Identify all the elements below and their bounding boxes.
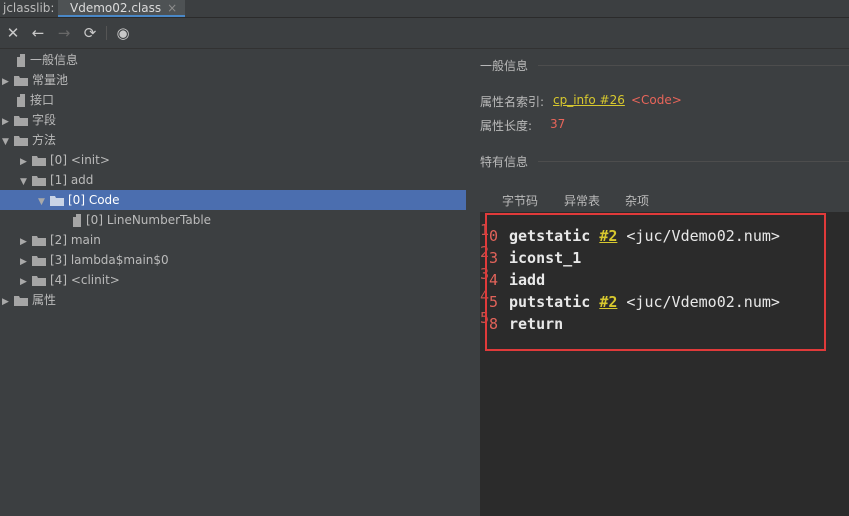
folder-icon: [14, 76, 28, 86]
tree-label-code: [0] Code: [68, 193, 120, 207]
class-structure-tree: 一般信息 ▶ 常量池 接口 ▶ 字段 ▼ 方法 ▶ [0] <init> ▼ [1] ad…: [0, 49, 466, 516]
expand-arrow-icon[interactable]: ▶: [20, 232, 32, 252]
tab-bytecode[interactable]: 字节码: [502, 192, 539, 214]
folder-icon: [32, 256, 46, 266]
folder-icon: [32, 236, 46, 246]
length-label: 属性长度:: [480, 119, 533, 133]
tree-node-method-main[interactable]: ▶ [2] main: [20, 230, 101, 250]
expand-arrow-icon[interactable]: ▶: [2, 292, 14, 312]
tree-node-line-number-table[interactable]: [0] LineNumberTable: [60, 210, 211, 230]
tree-label-fields: 字段: [32, 113, 57, 127]
collapse-arrow-icon[interactable]: ▼: [38, 192, 50, 212]
editor-tab-bar: jclasslib: Vdemo02.class ×: [0, 0, 849, 18]
tab-misc[interactable]: 杂项: [625, 192, 649, 209]
toolbar-separator: [106, 26, 107, 40]
tree-label-method-main: [2] main: [50, 233, 101, 247]
toolbar: ✕ ← → ⟳ ◉: [0, 18, 849, 49]
tree-label-general: 一般信息: [30, 53, 79, 67]
tree-label-methods: 方法: [32, 133, 57, 147]
tree-node-methods[interactable]: ▼ 方法: [2, 130, 56, 150]
tree-label-interfaces: 接口: [30, 93, 55, 107]
panel-splitter[interactable]: [466, 49, 480, 516]
length-value: 37: [550, 117, 566, 131]
file-icon: [17, 54, 25, 67]
tree-label-method-clinit: [4] <clinit>: [50, 273, 120, 287]
tab-vdemo02-class[interactable]: Vdemo02.class ×: [58, 0, 186, 17]
folder-icon: [14, 136, 28, 146]
tree-node-attributes[interactable]: ▶ 属性: [2, 290, 56, 310]
refresh-icon[interactable]: ⟳: [81, 24, 99, 42]
expand-arrow-icon[interactable]: ▶: [2, 72, 14, 92]
tree-node-general[interactable]: 一般信息: [4, 50, 78, 70]
section-divider: [538, 161, 849, 162]
tree-label-line-number-table: [0] LineNumberTable: [86, 213, 212, 227]
file-icon: [73, 214, 81, 227]
tree-node-method-lambda[interactable]: ▶ [3] lambda$main$0: [20, 250, 169, 270]
folder-icon: [32, 156, 46, 166]
cp-info-link[interactable]: cp_info #26: [553, 93, 625, 107]
tree-node-method-add[interactable]: ▼ [1] add: [20, 170, 93, 190]
tree-label-method-lambda: [3] lambda$main$0: [50, 253, 169, 267]
tree-node-method-init[interactable]: ▶ [0] <init>: [20, 150, 110, 170]
tree-node-constant-pool[interactable]: ▶ 常量池: [2, 70, 68, 90]
name-index-label: 属性名索引:: [480, 95, 545, 109]
folder-icon: [32, 276, 46, 286]
close-tab-icon[interactable]: ×: [167, 1, 177, 15]
expand-arrow-icon[interactable]: ▶: [20, 272, 32, 292]
tree-node-method-clinit[interactable]: ▶ [4] <clinit>: [20, 270, 120, 290]
section-general-title: 一般信息: [480, 59, 529, 73]
folder-icon: [32, 176, 46, 186]
tree-node-code[interactable]: ▼ [0] Code: [38, 190, 120, 210]
tree-node-fields[interactable]: ▶ 字段: [2, 110, 56, 130]
collapse-arrow-icon[interactable]: ▼: [20, 172, 32, 192]
tab-exception-table[interactable]: 异常表: [564, 192, 600, 209]
tree-node-interfaces[interactable]: 接口: [4, 90, 54, 110]
highlight-annotation-box: [485, 213, 826, 351]
tab-file-label: Vdemo02.class: [70, 1, 162, 15]
expand-arrow-icon[interactable]: ▶: [20, 152, 32, 172]
collapse-arrow-icon[interactable]: ▼: [2, 132, 14, 152]
plugin-label: jclasslib:: [3, 1, 55, 15]
tree-label-method-init: [0] <init>: [50, 153, 110, 167]
web-globe-icon[interactable]: ◉: [114, 24, 132, 42]
section-specific-title: 特有信息: [480, 155, 529, 169]
folder-icon: [50, 196, 64, 206]
folder-icon: [14, 116, 28, 126]
expand-arrow-icon[interactable]: ▶: [20, 252, 32, 272]
tree-label-attributes: 属性: [32, 293, 57, 307]
forward-arrow-icon[interactable]: →: [55, 24, 73, 42]
name-index-value: <Code>: [631, 93, 682, 107]
file-icon: [17, 94, 25, 107]
folder-icon: [14, 296, 28, 306]
tree-label-constant-pool: 常量池: [32, 73, 69, 87]
expand-arrow-icon[interactable]: ▶: [2, 112, 14, 132]
back-arrow-icon[interactable]: ←: [29, 24, 47, 42]
section-divider: [538, 65, 849, 66]
tree-label-method-add: [1] add: [50, 173, 94, 187]
close-icon[interactable]: ✕: [4, 24, 22, 42]
